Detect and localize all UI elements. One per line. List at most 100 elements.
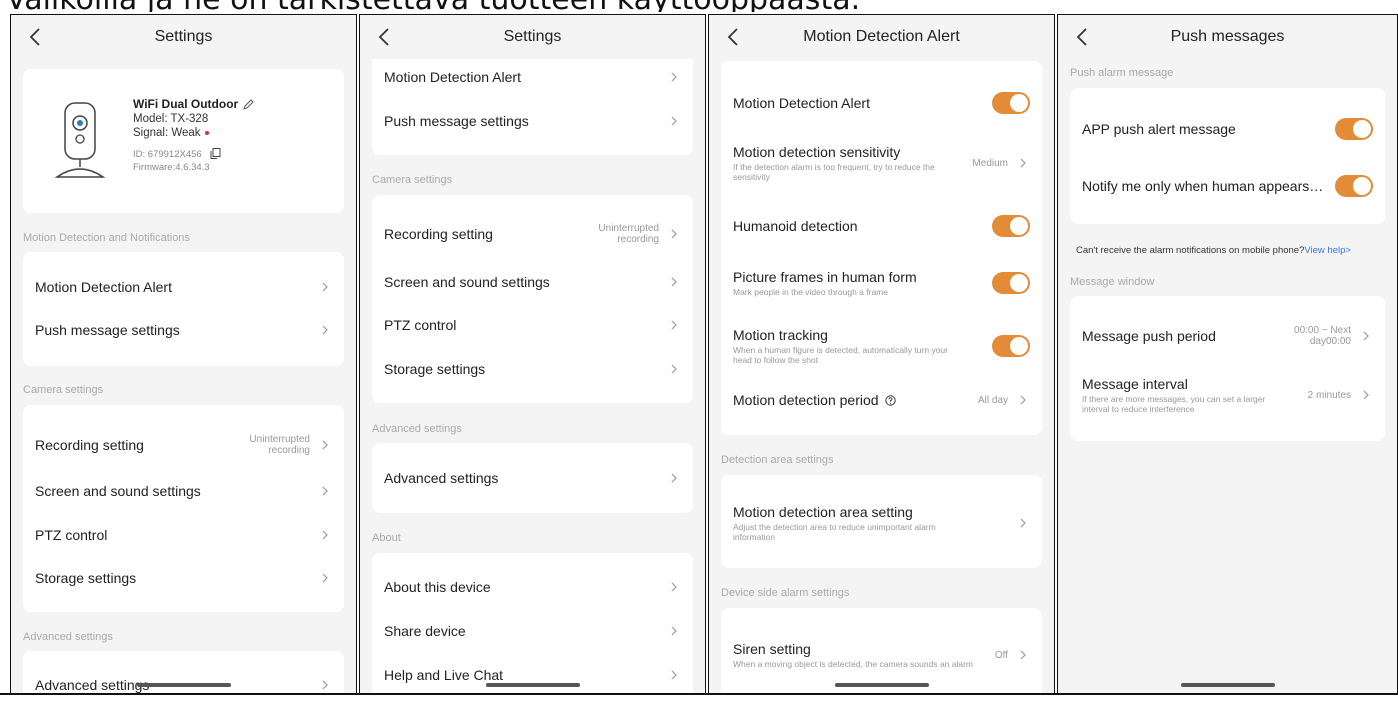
message-push-period-row[interactable]: Message push period 00:00 ~ Next day00:0… [1082, 323, 1373, 349]
help-circle-icon[interactable] [884, 394, 896, 406]
help-live-chat-row[interactable]: Help and Live Chat [384, 665, 681, 685]
screen-motion-detection-alert: Motion Detection Alert Motion Detection … [708, 14, 1055, 694]
page-title: Settings [154, 28, 213, 45]
row-description: If the detection alarm is too frequent, … [733, 162, 935, 182]
section-label: Camera settings [372, 174, 453, 186]
header: Settings [360, 15, 705, 59]
chevron-right-icon [318, 323, 332, 337]
screen-and-sound-row[interactable]: Screen and sound settings [384, 272, 681, 292]
motion-alert-toggle[interactable] [992, 92, 1030, 114]
header: Push messages [1058, 15, 1397, 59]
back-button[interactable] [1068, 21, 1096, 53]
storage-settings-row[interactable]: Storage settings [35, 568, 332, 588]
page-title: Settings [503, 28, 562, 45]
share-device-row[interactable]: Share device [384, 621, 681, 641]
siren-setting-row[interactable]: Siren setting When a moving object is de… [733, 635, 1030, 675]
row-value: Off [994, 649, 1008, 661]
row-description: Adjust the detection area to reduce unim… [733, 522, 936, 542]
chevron-right-icon [1016, 648, 1030, 662]
row-label: APP push alert message [1082, 121, 1236, 137]
ptz-control-row[interactable]: PTZ control [35, 525, 332, 545]
view-help-link[interactable]: View help> [1304, 245, 1351, 256]
row-label: Motion Detection Alert [733, 95, 870, 111]
back-button[interactable] [21, 21, 49, 53]
push-message-settings-row[interactable]: Push message settings [35, 320, 332, 340]
device-name: WiFi Dual Outdoor [133, 97, 239, 111]
recording-setting-row[interactable]: Recording setting Uninterrupted recordin… [384, 222, 681, 246]
row-value: Medium [972, 157, 1008, 169]
signal-warning-dot [204, 131, 209, 135]
chevron-right-icon [1359, 388, 1373, 402]
section-label: Advanced settings [23, 631, 113, 643]
sensitivity-row[interactable]: Motion detection sensitivity If the dete… [733, 144, 1030, 182]
header: Settings [11, 15, 356, 59]
app-push-toggle[interactable] [1335, 118, 1373, 140]
picture-frames-toggle[interactable] [992, 272, 1030, 294]
chevron-right-icon [667, 227, 681, 241]
row-label: Motion Detection Alert [384, 69, 521, 85]
row-label: Siren setting [733, 641, 811, 657]
row-description: When a moving object is detected, the ca… [733, 659, 974, 669]
motion-detection-alert-row: Motion Detection Alert [733, 91, 1030, 115]
row-label: Help and Live Chat [384, 667, 504, 683]
row-value: All day [977, 394, 1008, 406]
edit-pencil-icon[interactable] [243, 98, 254, 110]
about-device-row[interactable]: About this device [384, 577, 681, 597]
section-label: Message window [1070, 276, 1155, 288]
row-value: 00:00 ~ Next day00:00 [1294, 325, 1351, 347]
section-label: Device side alarm settings [721, 587, 850, 599]
chevron-right-icon [1016, 156, 1030, 170]
row-label: Push message settings [384, 113, 529, 129]
home-indicator[interactable] [136, 683, 231, 687]
detection-area-row[interactable]: Motion detection area setting Adjust the… [733, 503, 1030, 543]
row-label: Motion tracking [733, 327, 828, 343]
advanced-settings-row[interactable]: Advanced settings [384, 468, 681, 488]
picture-frames-row: Picture frames in human form Mark people… [733, 268, 1030, 298]
chevron-right-icon [318, 528, 332, 542]
screen-settings-2: Settings Motion Detection Alert Push mes… [359, 14, 706, 694]
humanoid-detection-toggle[interactable] [992, 215, 1030, 237]
device-firmware: Firmware:4.6.34.3 [133, 162, 210, 173]
screen-and-sound-row[interactable]: Screen and sound settings [35, 481, 332, 501]
chevron-right-icon [667, 275, 681, 289]
motion-tracking-toggle[interactable] [992, 335, 1030, 357]
humanoid-detection-row: Humanoid detection [733, 214, 1030, 238]
section-label: Push alarm message [1070, 67, 1174, 79]
row-label: Advanced settings [384, 470, 499, 486]
camera-device-icon [54, 102, 106, 178]
ptz-control-row[interactable]: PTZ control [384, 315, 681, 335]
row-value: Uninterrupted recording [249, 434, 310, 456]
row-label: Recording setting [35, 437, 144, 453]
motion-detection-alert-row[interactable]: Motion Detection Alert [35, 277, 332, 297]
help-text: Can't receive the alarm notifications on… [1076, 245, 1305, 256]
home-indicator[interactable] [834, 683, 929, 687]
row-label: Notify me only when human appears o... [1082, 178, 1325, 194]
motion-detection-alert-row[interactable]: Motion Detection Alert [384, 67, 681, 87]
motion-tracking-row: Motion tracking When a human figure is d… [733, 326, 1030, 366]
screen-push-messages: Push messages Push alarm message APP pus… [1057, 14, 1398, 694]
chevron-left-icon [378, 28, 389, 46]
row-label: Motion detection period [733, 392, 879, 408]
back-button[interactable] [719, 21, 747, 53]
row-label: Screen and sound settings [35, 483, 201, 499]
home-indicator[interactable] [1180, 683, 1275, 687]
recording-setting-row[interactable]: Recording setting Uninterrupted recordin… [35, 433, 332, 457]
row-label: Picture frames in human form [733, 269, 917, 285]
storage-settings-row[interactable]: Storage settings [384, 359, 681, 379]
row-description: When a human figure is detected, automat… [733, 345, 948, 365]
device-card[interactable]: WiFi Dual Outdoor Model: TX-328 Signal: … [23, 69, 344, 213]
chevron-left-icon [727, 28, 738, 46]
copy-icon[interactable] [210, 148, 221, 159]
chevron-right-icon [667, 580, 681, 594]
row-label: Share device [384, 623, 466, 639]
detection-period-row[interactable]: Motion detection period All day [733, 388, 1030, 412]
chevron-right-icon [667, 70, 681, 84]
back-button[interactable] [370, 21, 398, 53]
row-label: PTZ control [35, 527, 108, 543]
caption-text: Valikoilla ja ne on tarkistettava tuotte… [6, 0, 860, 12]
push-message-settings-row[interactable]: Push message settings [384, 111, 681, 131]
page-title: Motion Detection Alert [803, 28, 960, 45]
home-indicator[interactable] [485, 683, 580, 687]
notify-human-toggle[interactable] [1335, 175, 1373, 197]
message-interval-row[interactable]: Message interval If there are more messa… [1082, 375, 1373, 415]
